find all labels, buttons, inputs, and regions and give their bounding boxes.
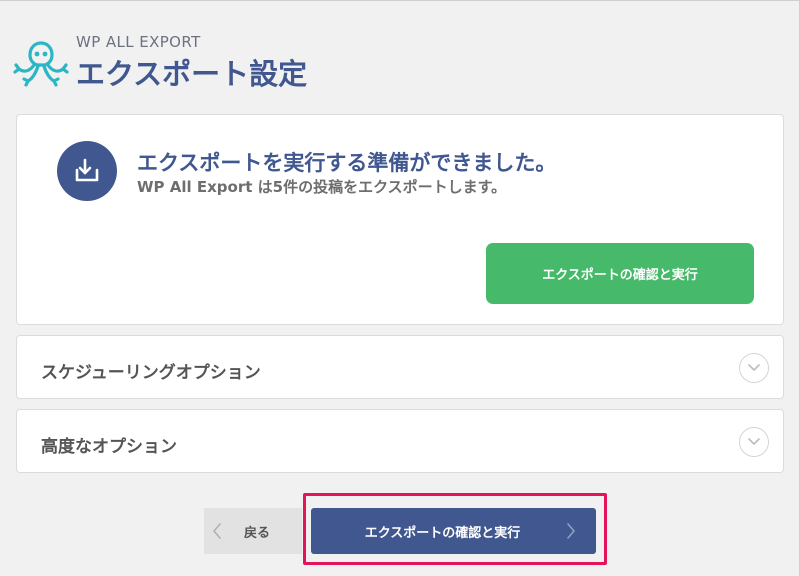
advanced-options-accordion[interactable]: 高度なオプション bbox=[16, 409, 784, 473]
accordion-label: 高度なオプション bbox=[41, 437, 177, 457]
chevron-down-icon[interactable] bbox=[739, 353, 769, 383]
ready-title: エクスポートを実行する準備ができました。 bbox=[137, 151, 557, 175]
download-icon bbox=[57, 141, 117, 201]
brand-name: WP ALL EXPORT bbox=[76, 33, 201, 51]
back-button[interactable]: 戻る bbox=[204, 508, 302, 554]
accordion-label: スケジューリングオプション bbox=[41, 363, 261, 383]
run-export-button[interactable]: エクスポートの確認と実行 bbox=[311, 508, 596, 554]
export-ready-panel: エクスポートを実行する準備ができました。 WP All Export は5件の投… bbox=[16, 114, 784, 325]
confirm-and-run-button[interactable]: エクスポートの確認と実行 bbox=[486, 243, 754, 304]
back-label: 戻る bbox=[244, 526, 271, 541]
settings-page: WP ALL EXPORT エクスポート設定 エクスポートを実行する準備ができま… bbox=[0, 0, 800, 576]
ready-subtitle: WP All Export は5件の投稿をエクスポートします。 bbox=[137, 178, 507, 196]
chevron-down-icon[interactable] bbox=[739, 427, 769, 457]
chevron-right-icon bbox=[567, 523, 575, 539]
octopus-logo-icon bbox=[13, 41, 69, 87]
chevron-left-icon bbox=[213, 523, 221, 539]
run-export-label: エクスポートの確認と実行 bbox=[364, 526, 521, 541]
page-title: エクスポート設定 bbox=[76, 57, 308, 91]
scheduling-options-accordion[interactable]: スケジューリングオプション bbox=[16, 335, 784, 399]
